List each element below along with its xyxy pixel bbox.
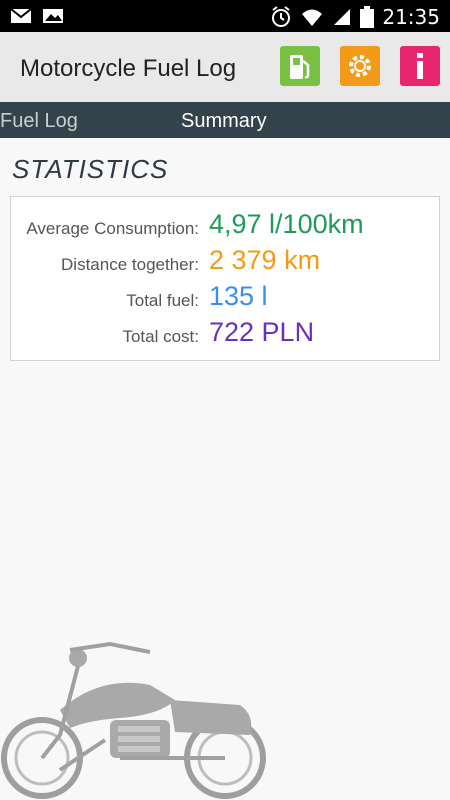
stat-value: 722 PLN (209, 317, 315, 347)
statistics-card: Average Consumption: 4,97 l/100km Distan… (10, 196, 440, 361)
motorcycle-illustration (1, 641, 266, 799)
statistics-heading: STATISTICS (12, 154, 169, 184)
tab-fuel-log[interactable]: Fuel Log (0, 110, 78, 133)
stat-label: Total cost: (122, 327, 199, 346)
stat-value: 2 379 km (209, 245, 321, 275)
settings-button[interactable] (340, 46, 380, 86)
battery-icon (360, 6, 375, 28)
fuel-pump-button[interactable] (280, 46, 320, 86)
mail-icon (10, 8, 32, 23)
info-button[interactable] (400, 46, 440, 86)
stat-row-fuel: Total fuel: 135 l (11, 281, 439, 317)
tab-summary[interactable]: Summary (181, 110, 267, 133)
status-right-icons: 21:35 (270, 5, 440, 29)
clock: 21:35 (382, 5, 440, 29)
stat-label: Average Consumption: (26, 219, 199, 238)
stat-row-cost: Total cost: 722 PLN (11, 317, 439, 353)
signal-icon (334, 9, 351, 25)
stat-label: Total fuel: (126, 291, 199, 310)
settings-gear-icon (349, 55, 371, 77)
stat-row-distance: Distance together: 2 379 km (11, 245, 439, 281)
status-bar: 21:35 (0, 0, 450, 32)
stat-label: Distance together: (61, 255, 199, 274)
alarm-icon (272, 6, 291, 27)
stat-value: 135 l (209, 281, 268, 311)
wifi-icon (302, 9, 323, 26)
stat-value: 4,97 l/100km (209, 209, 364, 239)
image-icon (43, 9, 63, 23)
app-title: Motorcycle Fuel Log (20, 55, 237, 82)
app-bar: Motorcycle Fuel Log (0, 32, 450, 102)
fuel-pump-icon (290, 55, 310, 79)
status-left-icons (10, 7, 64, 25)
stat-row-consumption: Average Consumption: 4,97 l/100km (11, 209, 439, 245)
tab-bar: Fuel Log Summary (0, 102, 450, 138)
info-icon (417, 53, 423, 79)
